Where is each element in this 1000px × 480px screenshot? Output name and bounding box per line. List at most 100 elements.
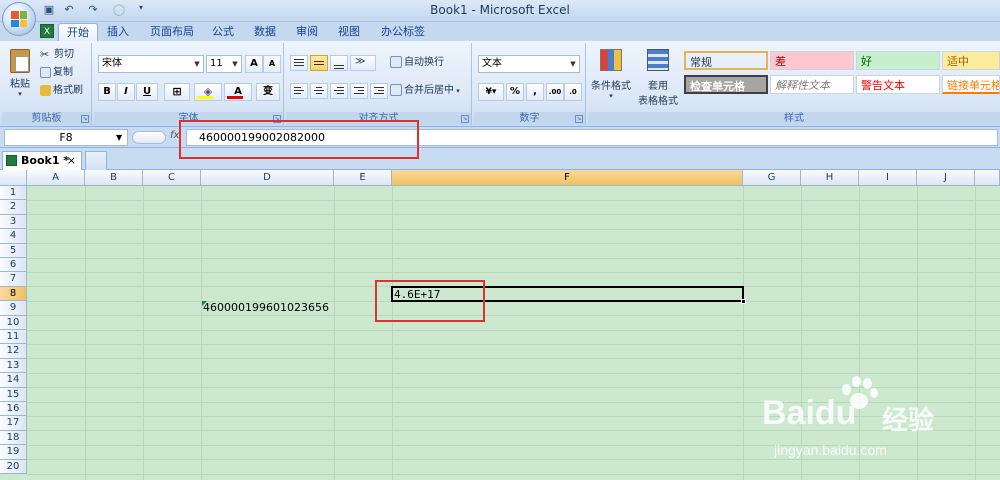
percent-button[interactable]: % [506, 83, 524, 101]
paste-button[interactable]: 粘贴 ▾ [6, 47, 34, 103]
formula-controls: fx [132, 130, 182, 145]
align-right-button[interactable] [330, 83, 348, 99]
grow-font-button[interactable]: A [245, 55, 263, 73]
align-left-button[interactable] [290, 83, 308, 99]
column-header-k[interactable] [975, 170, 1000, 186]
tab-insert[interactable]: 插入 [100, 23, 136, 41]
tab-review[interactable]: 审阅 [290, 23, 324, 41]
column-header-f[interactable]: F [392, 170, 743, 186]
fill-color-button[interactable]: ◈ [194, 83, 222, 101]
column-header-b[interactable]: B [85, 170, 143, 186]
chevron-down-icon[interactable]: ▼ [116, 133, 122, 142]
row-header-4[interactable]: 4 [0, 229, 27, 244]
align-bottom-button[interactable] [330, 55, 348, 71]
format-as-table-button[interactable]: 套用 表格格式 [634, 47, 682, 107]
row-header-3[interactable]: 3 [0, 214, 27, 230]
accounting-format-button[interactable]: ¥▾ [478, 83, 504, 101]
copy-button[interactable]: 复制 [40, 65, 73, 81]
name-box[interactable]: F8 [4, 129, 128, 146]
workbook-tab-book1[interactable]: Book1 * × [2, 151, 82, 170]
borders-button[interactable]: ⊞ [164, 83, 190, 101]
row-header-19[interactable]: 19 [0, 445, 27, 460]
italic-button[interactable]: I [117, 83, 135, 101]
gridline [27, 272, 1000, 273]
paste-label: 粘贴 [10, 79, 30, 90]
row-header-18[interactable]: 18 [0, 430, 27, 446]
decrease-decimal-button[interactable]: .0 [564, 83, 582, 101]
underline-button[interactable]: U [136, 83, 158, 101]
column-header-h[interactable]: H [801, 170, 859, 186]
row-header-6[interactable]: 6 [0, 258, 27, 273]
row-header-7[interactable]: 7 [0, 272, 27, 287]
row-header-8[interactable]: 8 [0, 286, 27, 302]
splitter-icon[interactable] [132, 131, 166, 144]
cell-d9-value: 460000199601023656 [203, 301, 329, 315]
orientation-button[interactable]: ≫ [350, 55, 376, 71]
alignment-launcher-icon[interactable]: ↘ [461, 115, 469, 123]
number-launcher-icon[interactable]: ↘ [575, 115, 583, 123]
row-header-9[interactable]: 9 [0, 301, 27, 316]
font-size-combo[interactable]: 11 ▼ [206, 55, 242, 73]
style-explanatory[interactable]: 解释性文本 [770, 75, 854, 94]
bold-button[interactable]: B [98, 83, 116, 101]
row-header-5[interactable]: 5 [0, 243, 27, 258]
font-color-button[interactable]: A [224, 83, 252, 101]
fill-handle[interactable] [741, 299, 746, 305]
increase-decimal-button[interactable]: .00 [546, 83, 564, 101]
row-header-2[interactable]: 2 [0, 200, 27, 215]
new-workbook-tab[interactable] [85, 151, 107, 170]
phonetic-button[interactable]: 变 [256, 83, 280, 101]
spreadsheet-grid[interactable]: A B C D E F G H I J 1 2 3 4 5 6 7 8 9 10… [0, 170, 1000, 480]
row-header-14[interactable]: 14 [0, 373, 27, 388]
office-button[interactable] [2, 2, 36, 36]
column-header-e[interactable]: E [334, 170, 392, 186]
column-header-g[interactable]: G [743, 170, 801, 186]
column-header-a[interactable]: A [27, 170, 85, 186]
row-header-16[interactable]: 16 [0, 402, 27, 417]
align-top-button[interactable] [290, 55, 308, 71]
style-warning[interactable]: 警告文本 [856, 75, 940, 94]
gridline [201, 186, 202, 480]
tab-home[interactable]: 开始 [58, 23, 98, 41]
comma-style-button[interactable]: , [526, 83, 544, 101]
style-neutral[interactable]: 适中 [942, 51, 1000, 70]
row-header-1[interactable]: 1 [0, 186, 27, 201]
row-header-17[interactable]: 17 [0, 416, 27, 431]
column-header-d[interactable]: D [201, 170, 334, 186]
tab-office-tab[interactable]: 办公标签 [376, 23, 430, 41]
style-bad[interactable]: 差 [770, 51, 854, 70]
select-all-corner[interactable] [0, 170, 27, 186]
row-header-11[interactable]: 11 [0, 330, 27, 345]
row-header-15[interactable]: 15 [0, 387, 27, 402]
shrink-font-button[interactable]: A [263, 55, 281, 73]
row-header-12[interactable]: 12 [0, 344, 27, 359]
close-icon[interactable]: × [67, 152, 76, 170]
cell-d9[interactable]: 460000199601023656 [201, 301, 334, 315]
align-middle-button[interactable] [310, 55, 328, 71]
tab-data[interactable]: 数据 [248, 23, 282, 41]
column-header-j[interactable]: J [917, 170, 975, 186]
tab-formulas[interactable]: 公式 [206, 23, 240, 41]
decrease-indent-button[interactable] [350, 83, 368, 99]
tab-page-layout[interactable]: 页面布局 [146, 23, 198, 41]
style-good[interactable]: 好 [856, 51, 940, 70]
merge-center-button[interactable]: 合并后居中 ▾ [390, 83, 460, 99]
number-format-combo[interactable]: 文本 ▼ [478, 55, 580, 73]
format-painter-button[interactable]: 格式刷 [40, 83, 83, 99]
font-name-combo[interactable]: 宋体 ▼ [98, 55, 204, 73]
cut-button[interactable]: ✂ 剪切 [40, 47, 74, 63]
clipboard-launcher-icon[interactable]: ↘ [81, 115, 89, 123]
style-linked-cell[interactable]: 链接单元格 [942, 75, 1000, 94]
conditional-format-button[interactable]: 条件格式 ▾ [590, 47, 632, 107]
align-center-button[interactable] [310, 83, 328, 99]
wrap-text-button[interactable]: 自动换行 [390, 55, 444, 71]
column-header-i[interactable]: I [859, 170, 917, 186]
column-header-c[interactable]: C [143, 170, 201, 186]
increase-indent-button[interactable] [370, 83, 388, 99]
row-header-20[interactable]: 20 [0, 459, 27, 474]
style-check-cell[interactable]: 检查单元格 [684, 75, 768, 94]
row-header-10[interactable]: 10 [0, 315, 27, 330]
row-header-13[interactable]: 13 [0, 358, 27, 374]
style-normal[interactable]: 常规 [684, 51, 768, 70]
tab-view[interactable]: 视图 [332, 23, 366, 41]
